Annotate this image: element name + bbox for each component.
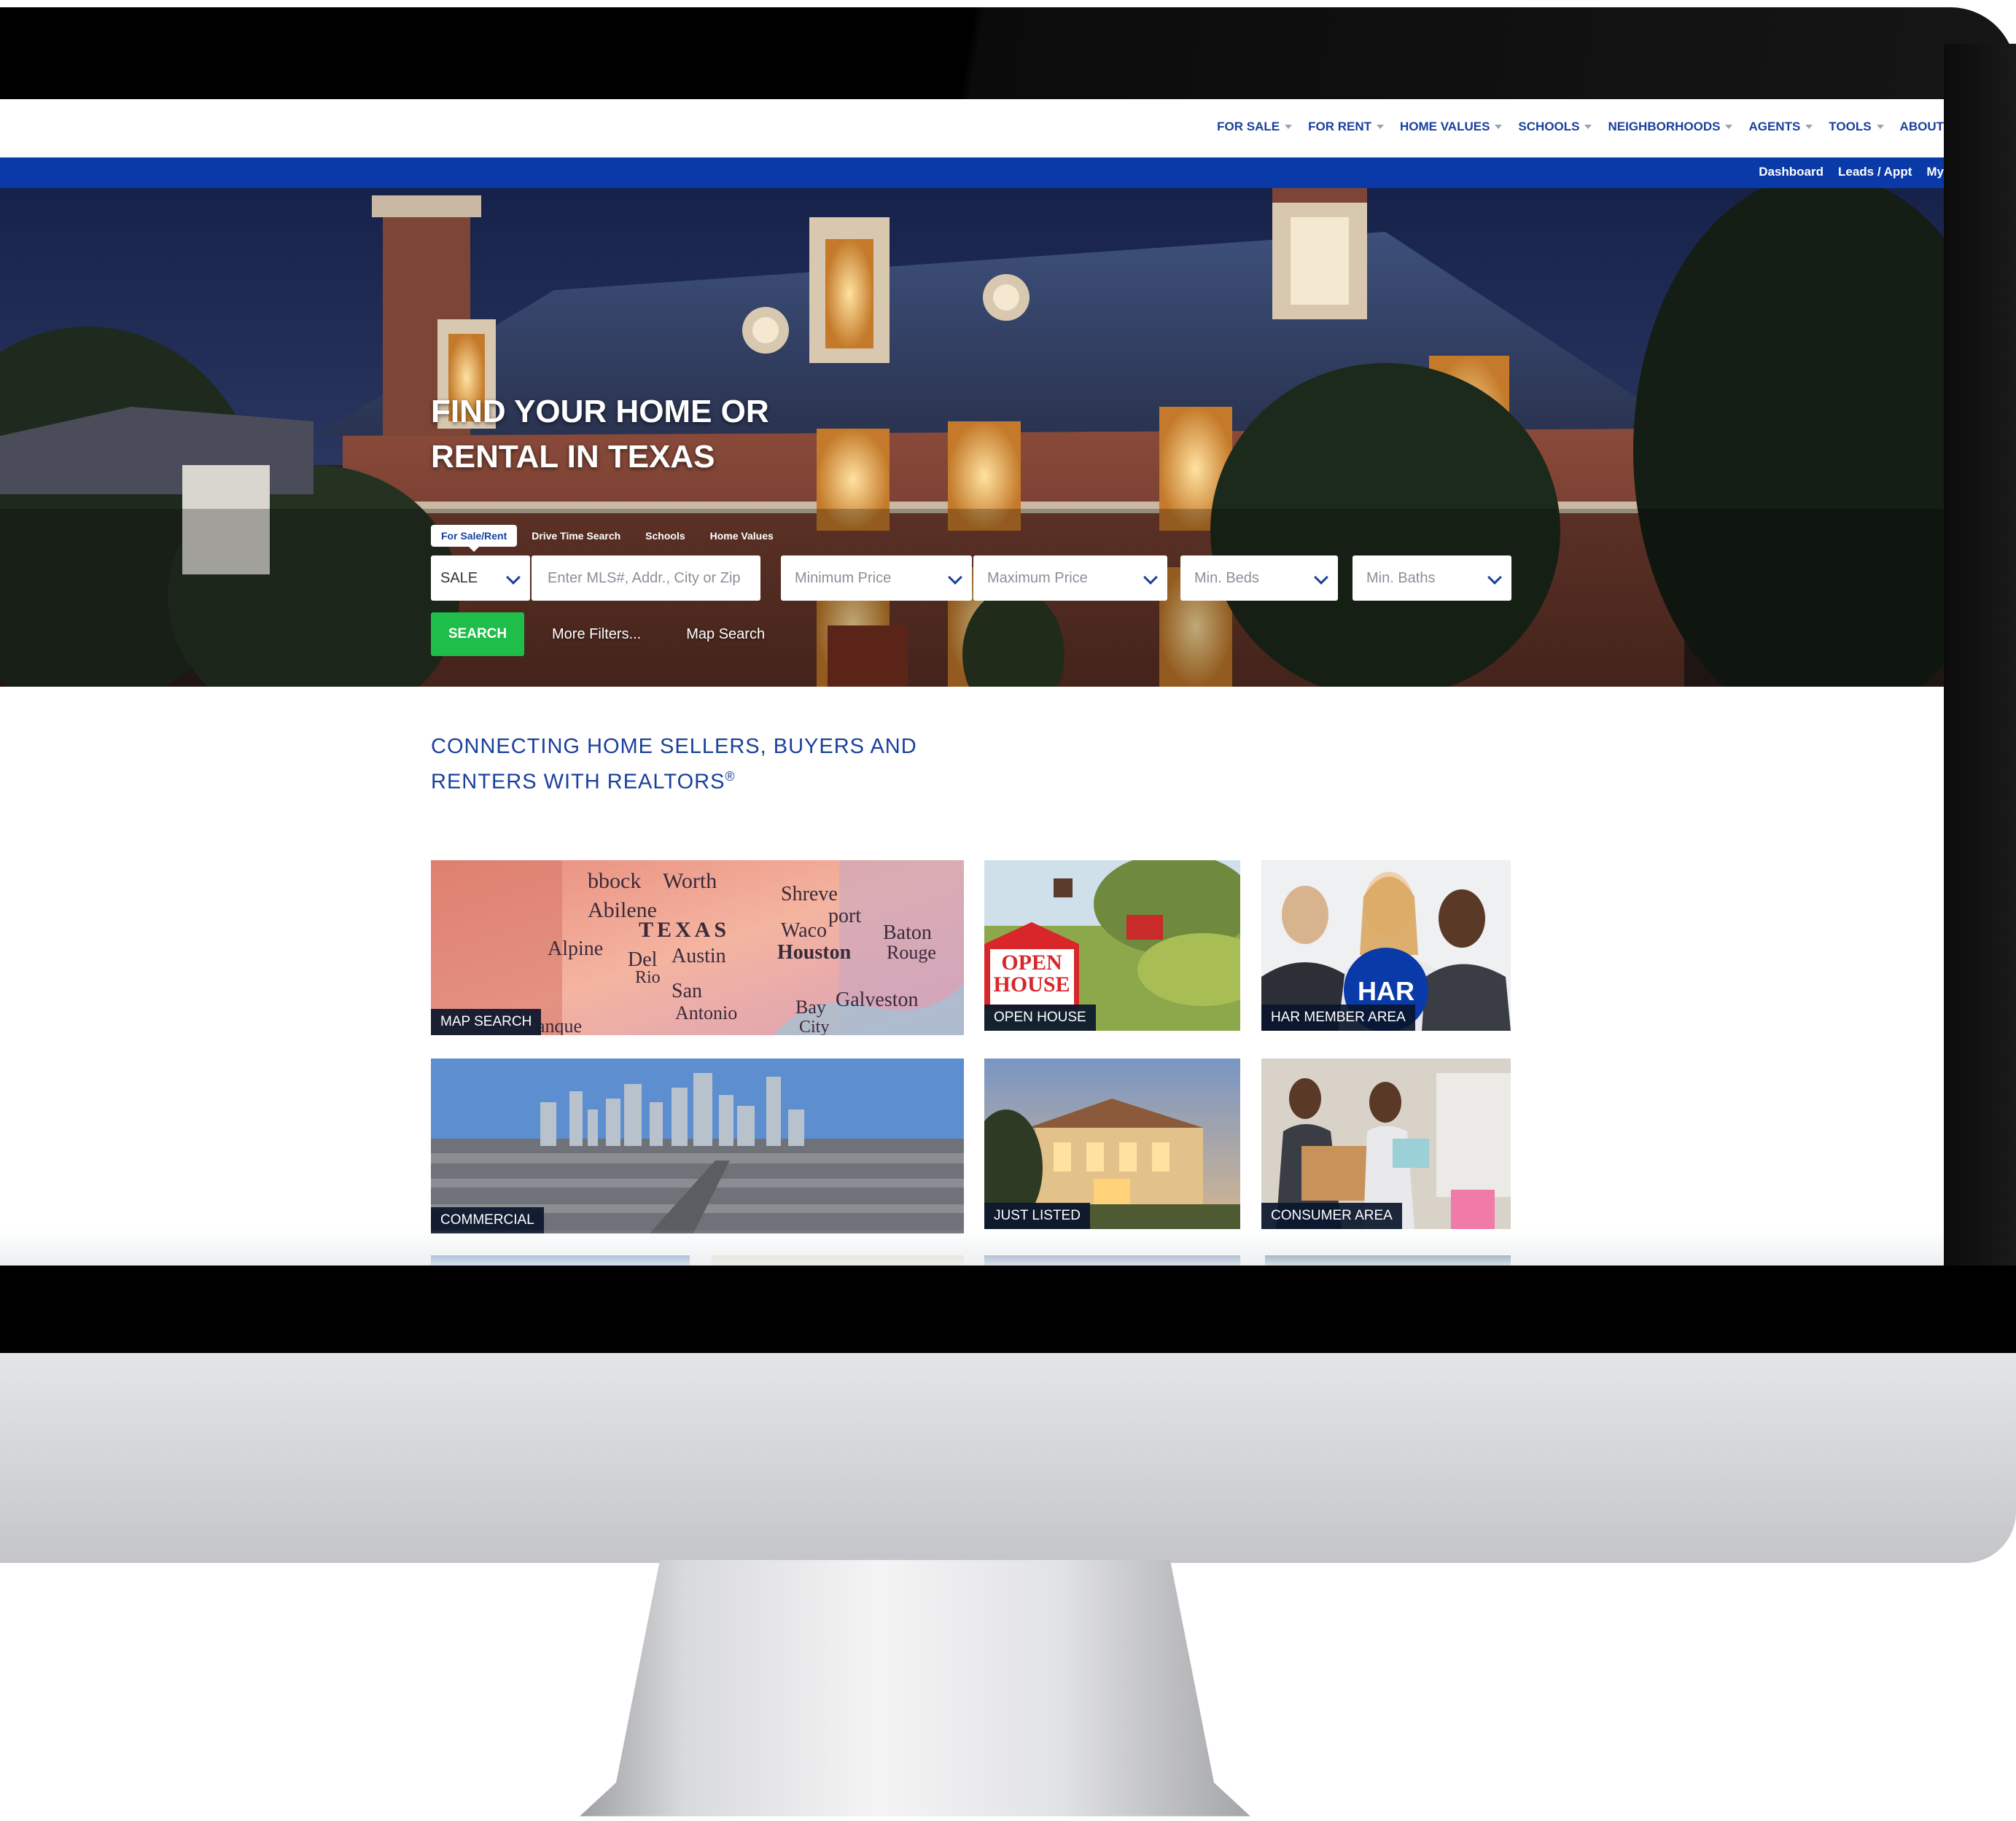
search-form: SALE Minimum Price Maximum Price Min. Be…: [431, 555, 1511, 601]
tile-label: MAP SEARCH: [431, 1009, 542, 1035]
map-word: Shreve: [781, 883, 838, 905]
map-word: Rio: [635, 968, 661, 987]
map-word: Rouge: [887, 942, 936, 963]
monitor-stand: [580, 1560, 1250, 1817]
min-price-select[interactable]: Minimum Price: [781, 555, 972, 601]
caret-down-icon: [1805, 125, 1813, 129]
monitor-bezel-top: [0, 7, 2016, 99]
search-tabs: For Sale/Rent Drive Time Search Schools …: [431, 525, 784, 552]
dashboard-link[interactable]: Dashboard: [1759, 165, 1824, 179]
nav-about[interactable]: ABOUT: [1900, 120, 1944, 134]
nav-for-sale[interactable]: FOR SALE: [1217, 120, 1293, 134]
map-word: Galveston: [836, 989, 919, 1011]
caret-down-icon: [1876, 125, 1884, 129]
map-word: Alpine: [548, 937, 603, 960]
tile-label: OPEN HOUSE: [984, 1005, 1096, 1031]
account-bar: Dashboard Leads / Appt My: [0, 157, 1944, 188]
tile-label: HAR MEMBER AREA: [1261, 1005, 1415, 1031]
tile-just-listed[interactable]: JUST LISTED: [984, 1058, 1240, 1229]
map-word: Waco: [781, 919, 827, 942]
nav-neighborhoods[interactable]: NEIGHBORHOODS: [1608, 120, 1733, 134]
hero-title: FIND YOUR HOME OR RENTAL IN TEXAS: [431, 394, 769, 475]
account-links: Dashboard Leads / Appt My: [1759, 165, 1944, 179]
chevron-down-icon: [506, 570, 521, 585]
nav-home-values[interactable]: HOME VALUES: [1400, 120, 1503, 134]
min-beds-select[interactable]: Min. Beds: [1180, 555, 1338, 601]
open-house-sign-text: OPEN: [1001, 951, 1062, 975]
monitor-bezel-bottom: [0, 1266, 2016, 1354]
map-word: Bay: [795, 997, 826, 1018]
map-word: Baton: [883, 921, 932, 944]
location-input[interactable]: [546, 569, 760, 588]
map-word: port: [828, 905, 861, 927]
map-word: San: [672, 980, 702, 1002]
har-badge-text: HAR: [1358, 976, 1414, 1006]
min-baths-select[interactable]: Min. Baths: [1353, 555, 1511, 601]
tile-har-member-area[interactable]: HAR HAR MEMBER AREA: [1261, 860, 1511, 1031]
tile-label: CONSUMER AREA: [1261, 1203, 1402, 1229]
tile-label: JUST LISTED: [984, 1203, 1090, 1229]
tab-schools[interactable]: Schools: [635, 525, 695, 547]
top-navigation: FOR SALE FOR RENT HOME VALUES SCHOOLS NE…: [0, 99, 1944, 157]
tile-open-house[interactable]: OPEN HOUSE OPEN HOUSE: [984, 860, 1240, 1031]
map-word: Houston: [777, 941, 852, 964]
chevron-down-icon: [1143, 570, 1158, 585]
map-word: City: [799, 1018, 829, 1035]
map-search-link[interactable]: Map Search: [686, 626, 765, 643]
main-menu: FOR SALE FOR RENT HOME VALUES SCHOOLS NE…: [1217, 120, 1944, 134]
map-word: bbock: [588, 869, 641, 893]
listing-type-select[interactable]: SALE: [431, 555, 530, 601]
chevron-down-icon: [1314, 570, 1328, 585]
hero-banner: FIND YOUR HOME OR RENTAL IN TEXAS For Sa…: [0, 188, 1944, 687]
monitor-chin: [0, 1353, 2016, 1563]
tagline: CONNECTING HOME SELLERS, BUYERS AND RENT…: [431, 735, 917, 794]
open-house-sign-text: HOUSE: [993, 972, 1070, 997]
chevron-down-icon: [948, 570, 962, 585]
scroll-fade: [0, 1229, 1944, 1266]
tab-for-sale-rent[interactable]: For Sale/Rent: [431, 525, 518, 552]
tab-home-values[interactable]: Home Values: [700, 525, 784, 547]
nav-tools[interactable]: TOOLS: [1829, 120, 1884, 134]
map-word: anque: [537, 1015, 582, 1035]
location-field[interactable]: [532, 555, 760, 601]
nav-agents[interactable]: AGENTS: [1748, 120, 1813, 134]
nav-for-rent[interactable]: FOR RENT: [1308, 120, 1384, 134]
nav-schools[interactable]: SCHOOLS: [1518, 120, 1592, 134]
map-word: Worth: [663, 869, 717, 893]
my-account-link[interactable]: My: [1926, 165, 1944, 179]
tile-commercial[interactable]: COMMERCIAL: [431, 1058, 964, 1233]
caret-down-icon: [1584, 125, 1592, 129]
leads-appt-link[interactable]: Leads / Appt: [1838, 165, 1912, 179]
map-word: Austin: [672, 945, 726, 967]
map-word: TEXAS: [639, 918, 730, 942]
caret-down-icon: [1377, 125, 1384, 129]
website-screen: FOR SALE FOR RENT HOME VALUES SCHOOLS NE…: [0, 99, 1944, 1266]
max-price-select[interactable]: Maximum Price: [973, 555, 1167, 601]
map-word: Antonio: [675, 1002, 737, 1023]
caret-down-icon: [1495, 125, 1503, 129]
tab-drive-time-search[interactable]: Drive Time Search: [521, 525, 631, 547]
caret-down-icon: [1725, 125, 1733, 129]
search-button[interactable]: SEARCH: [431, 612, 524, 656]
more-filters-link[interactable]: More Filters...: [552, 626, 641, 643]
caret-down-icon: [1285, 125, 1293, 129]
tile-consumer-area[interactable]: CONSUMER AREA: [1261, 1058, 1511, 1229]
search-actions: SEARCH More Filters... Map Search: [431, 612, 765, 656]
tile-map-search[interactable]: bbock Worth Shreve Abilene port TEXAS Wa…: [431, 860, 964, 1035]
chevron-down-icon: [1487, 570, 1502, 585]
monitor-bezel-right: [1944, 44, 2016, 1356]
